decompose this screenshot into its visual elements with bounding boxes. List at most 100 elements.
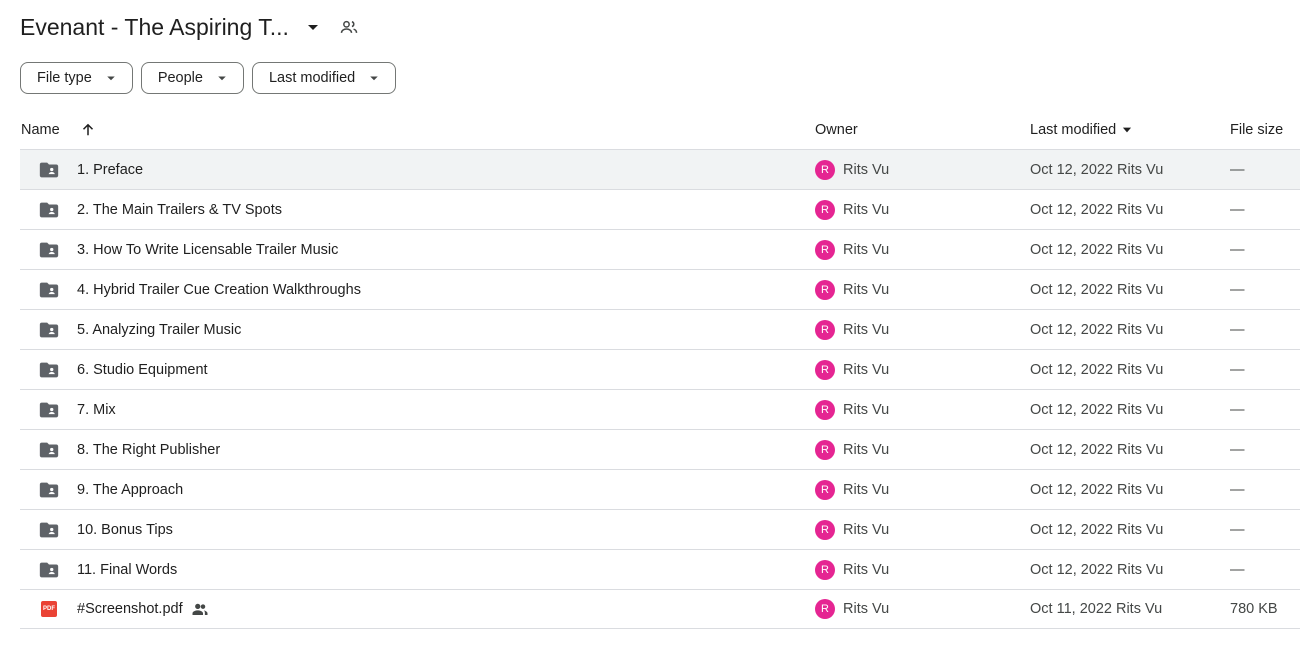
file-name-text: 1. Preface bbox=[77, 161, 144, 178]
sort-down-icon bbox=[1120, 123, 1134, 137]
filter-people[interactable]: People bbox=[140, 62, 244, 94]
table-row[interactable]: 5. Analyzing Trailer Music R Rits Vu Oct 12… bbox=[20, 309, 1300, 349]
file-name[interactable]: 3. How To Write Licensable Trailer Music bbox=[77, 242, 338, 258]
file-size-cell: — bbox=[1230, 521, 1245, 538]
chevron-down-icon bbox=[213, 69, 231, 87]
file-name[interactable]: 2. The Main Trailers & TV Spots bbox=[77, 202, 282, 218]
file-name[interactable]: 6. Studio Equipment bbox=[77, 362, 208, 378]
chevron-down-icon bbox=[102, 69, 120, 87]
owner-cell: R Rits Vu bbox=[815, 559, 890, 580]
table-row[interactable]: PDF #Screenshot.pdf R Rits Vu Oct 11, 2022 R… bbox=[20, 589, 1300, 629]
chevron-down-icon bbox=[365, 69, 383, 87]
owner-name: Rits Vu bbox=[843, 281, 890, 298]
shared-folder-icon bbox=[38, 159, 60, 181]
table-row[interactable]: 9. The Approach R Rits Vu Oct 12, 2022 Rits… bbox=[20, 469, 1300, 509]
last-modified-cell: Oct 12, 2022 Rits Vu bbox=[1030, 481, 1164, 498]
file-name[interactable]: 4. Hybrid Trailer Cue Creation Walkthrou… bbox=[77, 282, 361, 298]
filter-last-modified[interactable]: Last modified bbox=[251, 62, 397, 94]
file-name-text: 7. Mix bbox=[77, 401, 116, 418]
file-size-cell: — bbox=[1230, 481, 1245, 498]
file-name[interactable]: 9. The Approach bbox=[77, 482, 183, 498]
owner-name: Rits Vu bbox=[843, 361, 890, 378]
file-name-text: 6. Studio Equipment bbox=[77, 361, 208, 378]
table-row[interactable]: 2. The Main Trailers & TV Spots R Rits Vu O… bbox=[20, 189, 1300, 229]
avatar: R bbox=[815, 319, 835, 340]
avatar: R bbox=[815, 439, 835, 460]
pdf-icon: PDF bbox=[38, 598, 60, 620]
last-modified-cell: Oct 12, 2022 Rits Vu bbox=[1030, 521, 1164, 538]
table-row[interactable]: 10. Bonus Tips R Rits Vu Oct 12, 2022 Rits … bbox=[20, 509, 1300, 549]
file-name-text: 3. How To Write Licensable Trailer Music bbox=[77, 241, 339, 258]
last-modified-cell: Oct 12, 2022 Rits Vu bbox=[1030, 401, 1164, 418]
shared-folder-icon bbox=[38, 279, 60, 301]
last-modified-cell: Oct 12, 2022 Rits Vu bbox=[1030, 321, 1164, 338]
owner-cell: R Rits Vu bbox=[815, 359, 890, 380]
file-name-text: #Screenshot.pdf bbox=[77, 601, 183, 617]
owner-cell: R Rits Vu bbox=[815, 439, 889, 460]
file-name[interactable]: 10. Bonus Tips bbox=[77, 522, 173, 538]
file-size-cell: — bbox=[1230, 401, 1245, 418]
avatar: R bbox=[815, 399, 835, 420]
people-icon[interactable] bbox=[337, 15, 361, 39]
shared-people-icon bbox=[191, 600, 209, 618]
last-modified-cell: Oct 12, 2022 Rits Vu bbox=[1030, 281, 1164, 298]
column-header-label: Name bbox=[21, 122, 60, 138]
file-list: 1. Preface R Rits Vu Oct 12, 2022 Rits Vu —2… bbox=[20, 149, 1300, 629]
file-name[interactable]: 5. Analyzing Trailer Music bbox=[77, 322, 241, 338]
owner-cell: R Rits Vu bbox=[815, 519, 890, 540]
shared-folder-icon bbox=[38, 519, 60, 541]
column-header-owner[interactable]: Owner bbox=[815, 122, 858, 138]
arrow-upward-icon[interactable] bbox=[78, 120, 98, 140]
column-header-label: Last modified bbox=[1030, 122, 1117, 138]
owner-name: Rits Vu bbox=[843, 161, 890, 178]
owner-name: Rits Vu bbox=[843, 401, 890, 418]
table-row[interactable]: 8. The Right Publisher R Rits Vu Oct 12, 20… bbox=[20, 429, 1300, 469]
avatar: R bbox=[815, 599, 835, 619]
file-name-text: 10. Bonus Tips bbox=[77, 521, 173, 538]
file-size-cell: — bbox=[1230, 241, 1245, 258]
file-name[interactable]: 8. The Right Publisher bbox=[77, 442, 220, 458]
file-size-cell: — bbox=[1230, 321, 1245, 338]
filter-label: Last modified bbox=[268, 70, 356, 86]
file-name[interactable]: 7. Mix bbox=[77, 402, 116, 418]
table-row[interactable]: 4. Hybrid Trailer Cue Creation Walkthrou… bbox=[20, 269, 1300, 309]
table-row[interactable]: 6. Studio Equipment R Rits Vu Oct 12, 2022 … bbox=[20, 349, 1300, 389]
avatar: R bbox=[815, 279, 835, 300]
owner-name: Rits Vu bbox=[843, 201, 890, 218]
table-row[interactable]: 1. Preface R Rits Vu Oct 12, 2022 Rits Vu — bbox=[20, 149, 1300, 189]
file-size-cell: — bbox=[1230, 441, 1245, 458]
owner-name: Rits Vu bbox=[843, 561, 890, 578]
file-name-text: 2. The Main Trailers & TV Spots bbox=[77, 201, 282, 218]
column-header-file-size[interactable]: File size bbox=[1230, 122, 1283, 138]
avatar: R bbox=[815, 479, 835, 500]
table-row[interactable]: 11. Final Words R Rits Vu Oct 12, 2022 Rits… bbox=[20, 549, 1300, 589]
table-row[interactable]: 3. How To Write Licensable Trailer Music… bbox=[20, 229, 1300, 269]
file-name[interactable]: 1. Preface bbox=[77, 162, 143, 178]
file-name[interactable]: #Screenshot.pdf bbox=[77, 600, 209, 618]
column-header-last-modified[interactable]: Last modified bbox=[1030, 122, 1134, 138]
last-modified-cell: Oct 12, 2022 Rits Vu bbox=[1030, 561, 1164, 578]
owner-name: Rits Vu bbox=[843, 521, 890, 538]
table-row[interactable]: 7. Mix R Rits Vu Oct 12, 2022 Rits Vu — bbox=[20, 389, 1300, 429]
file-name-text: 5. Analyzing Trailer Music bbox=[77, 321, 242, 338]
file-name[interactable]: 11. Final Words bbox=[77, 562, 177, 578]
folder-title[interactable]: Evenant - The Aspiring T... bbox=[20, 14, 289, 41]
owner-name: Rits Vu bbox=[843, 601, 890, 617]
arrow-drop-down-icon[interactable] bbox=[301, 15, 325, 39]
owner-cell: R Rits Vu bbox=[815, 159, 890, 180]
last-modified-cell: Oct 12, 2022 Rits Vu bbox=[1030, 201, 1164, 218]
file-size-cell: — bbox=[1230, 361, 1245, 378]
last-modified-cell: Oct 12, 2022 Rits Vu bbox=[1030, 441, 1164, 458]
owner-cell: R Rits Vu bbox=[815, 239, 889, 260]
column-header-name[interactable]: Name bbox=[21, 120, 98, 140]
shared-folder-icon bbox=[38, 239, 60, 261]
file-name-text: 9. The Approach bbox=[77, 481, 184, 498]
file-size-cell: — bbox=[1230, 201, 1245, 218]
shared-folder-icon bbox=[38, 199, 60, 221]
avatar: R bbox=[815, 559, 835, 580]
filter-file-type[interactable]: File type bbox=[20, 62, 133, 94]
file-size-cell: — bbox=[1230, 161, 1245, 178]
folder-title-bar: Evenant - The Aspiring T... bbox=[20, 10, 361, 44]
filter-label: People bbox=[157, 70, 203, 86]
avatar: R bbox=[815, 159, 835, 180]
